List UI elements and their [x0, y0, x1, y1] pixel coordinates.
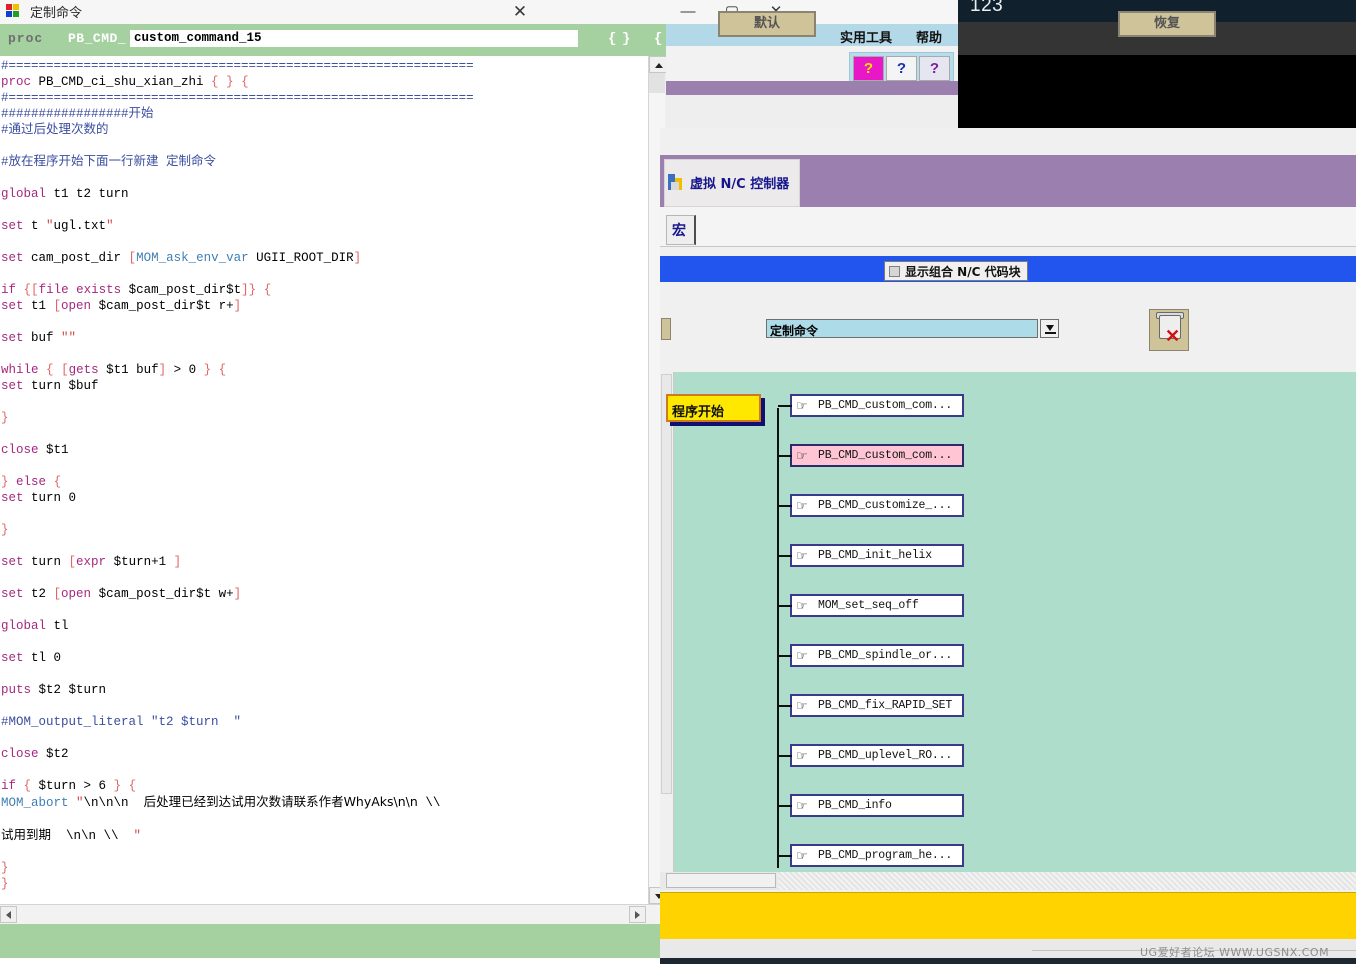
- help-book-icon[interactable]: ?: [919, 56, 950, 81]
- tree-item[interactable]: ☞ PB_CMD_info: [778, 794, 964, 817]
- tree-item-label: PB_CMD_init_helix: [818, 549, 932, 562]
- command-type-combo[interactable]: 定制命令: [766, 319, 1038, 338]
- tree-item-connector: [778, 805, 792, 807]
- tree-item[interactable]: ☞ PB_CMD_spindle_or...: [778, 644, 964, 667]
- tree-item-label: MOM_set_seq_off: [818, 599, 919, 612]
- code-editor[interactable]: #=======================================…: [0, 56, 648, 904]
- pointing-hand-icon: ☞: [796, 399, 808, 414]
- tree-vertical-scrollbar[interactable]: [660, 372, 674, 872]
- pointing-hand-icon: ☞: [796, 849, 808, 864]
- desktop-top-text: 123: [970, 0, 1004, 16]
- tree-item[interactable]: ☞ PB_CMD_program_he...: [778, 844, 964, 867]
- tree-item-connector: [778, 505, 792, 507]
- tree-item[interactable]: ☞ MOM_set_seq_off: [778, 594, 964, 617]
- default-button[interactable]: 默认: [718, 11, 816, 37]
- pointing-hand-icon: ☞: [796, 499, 808, 514]
- proc-prefix-label: PB_CMD_: [68, 31, 127, 46]
- post-builder-top-band: [660, 128, 1356, 155]
- code-editor-text: #=======================================…: [1, 59, 474, 891]
- custom-command-titlebar: [0, 0, 666, 24]
- brace-open-args: {: [608, 31, 617, 47]
- show-combined-nc-block-checkbox[interactable]: [889, 266, 900, 278]
- menu-item-tools[interactable]: 实用工具: [840, 27, 892, 46]
- controller-icon: [668, 172, 684, 192]
- tree-item-connector: [778, 405, 792, 407]
- command-type-combo-value: 定制命令: [770, 324, 819, 338]
- tree-item[interactable]: ☞ PB_CMD_customize_...: [778, 494, 964, 517]
- utility-toolbar-icon-group: ? ? ?: [849, 52, 954, 84]
- pointing-hand-icon: ☞: [796, 749, 808, 764]
- tree-horizontal-scrollbar[interactable]: [660, 872, 1356, 890]
- tree-item-connector: [778, 555, 792, 557]
- scroll-up-button[interactable]: [649, 56, 667, 73]
- tree-item-label: PB_CMD_info: [818, 799, 892, 812]
- tree-scroll-thumb[interactable]: [661, 374, 672, 794]
- chevron-down-icon[interactable]: [1040, 319, 1059, 338]
- tree-item-label: PB_CMD_program_he...: [818, 849, 953, 862]
- delete-trash-icon[interactable]: ✕: [1149, 309, 1189, 351]
- tab-macro-label: 宏: [672, 223, 686, 239]
- app-logo-icon: [6, 4, 21, 19]
- toolrow-left-stub-button[interactable]: [661, 318, 671, 340]
- utility-window-body: [666, 95, 958, 128]
- context-help-pointer-icon[interactable]: ?: [886, 56, 917, 81]
- help-balloon-icon[interactable]: ?: [853, 56, 884, 81]
- pointing-hand-icon: ☞: [796, 649, 808, 664]
- custom-command-window: 定制命令 ✕ proc PB_CMD_ { } { #=============…: [0, 0, 667, 964]
- minimize-icon[interactable]: —: [666, 0, 710, 24]
- tree-item-label: PB_CMD_customize_...: [818, 499, 953, 512]
- show-combined-nc-block-checkbox-group[interactable]: 显示组合 N/C 代码块: [884, 261, 1028, 281]
- proc-name-input[interactable]: [130, 30, 578, 47]
- desktop-black-strip: [958, 55, 1356, 128]
- tree-item-connector: [778, 855, 792, 857]
- tree-item-label: PB_CMD_fix_RAPID_SET: [818, 699, 953, 712]
- tree-item[interactable]: ☞ PB_CMD_custom_com...: [778, 444, 964, 467]
- menu-item-help[interactable]: 帮助: [916, 27, 942, 46]
- tree-connector-spine: [777, 408, 779, 868]
- show-combined-nc-block-label: 显示组合 N/C 代码块: [905, 265, 1021, 280]
- tree-hscroll-thumb[interactable]: [666, 873, 776, 888]
- tree-item-connector: [778, 755, 792, 757]
- tree-item-label: PB_CMD_custom_com...: [818, 399, 953, 412]
- pointing-hand-icon: ☞: [796, 699, 808, 714]
- tree-item-label: PB_CMD_uplevel_RO...: [818, 749, 953, 762]
- tree-item[interactable]: ☞ PB_CMD_uplevel_RO...: [778, 744, 964, 767]
- code-scroll-thumb[interactable]: [649, 73, 665, 93]
- tree-item-connector: [778, 705, 792, 707]
- tree-item-connector: [778, 655, 792, 657]
- pointing-hand-icon: ☞: [796, 799, 808, 814]
- custom-command-title: 定制命令: [30, 5, 83, 20]
- tab-virtual-nc-controller-label: 虚拟 N/C 控制器: [690, 177, 790, 192]
- post-builder-subtabstrip: [660, 207, 1356, 247]
- start-node-label: 程序开始: [672, 405, 725, 420]
- tree-item[interactable]: ☞ PB_CMD_fix_RAPID_SET: [778, 694, 964, 717]
- desktop-bottom-strip: [660, 958, 1356, 964]
- tree-item-label: PB_CMD_spindle_or...: [818, 649, 953, 662]
- tree-hscroll-track[interactable]: [778, 872, 1356, 890]
- start-node-program-start[interactable]: 程序开始: [666, 394, 761, 422]
- scroll-right-button[interactable]: [629, 906, 646, 923]
- desktop-bottom-strip-left: [0, 958, 660, 964]
- utility-purple-divider: [666, 81, 958, 95]
- tree-item-label: PB_CMD_custom_com...: [818, 449, 953, 462]
- close-icon[interactable]: ✕: [500, 0, 540, 24]
- tree-item[interactable]: ☞ PB_CMD_init_helix: [778, 544, 964, 567]
- tree-item-connector: [778, 455, 792, 457]
- tree-item[interactable]: ☞ PB_CMD_custom_com...: [778, 394, 964, 417]
- pointing-hand-icon: ☞: [796, 449, 808, 464]
- brace-close-args: }: [622, 31, 631, 47]
- brace-open-body: {: [654, 31, 663, 47]
- scroll-left-button[interactable]: [0, 906, 17, 923]
- custom-command-footer: [0, 924, 666, 958]
- proc-keyword-label: proc: [8, 31, 44, 46]
- tree-item-connector: [778, 605, 792, 607]
- macro-tree-canvas: [660, 372, 1356, 872]
- pointing-hand-icon: ☞: [796, 599, 808, 614]
- code-horizontal-scrollbar[interactable]: [0, 904, 666, 925]
- restore-button[interactable]: 恢复: [1118, 11, 1216, 37]
- pointing-hand-icon: ☞: [796, 549, 808, 564]
- post-builder-action-bar: [660, 892, 1356, 939]
